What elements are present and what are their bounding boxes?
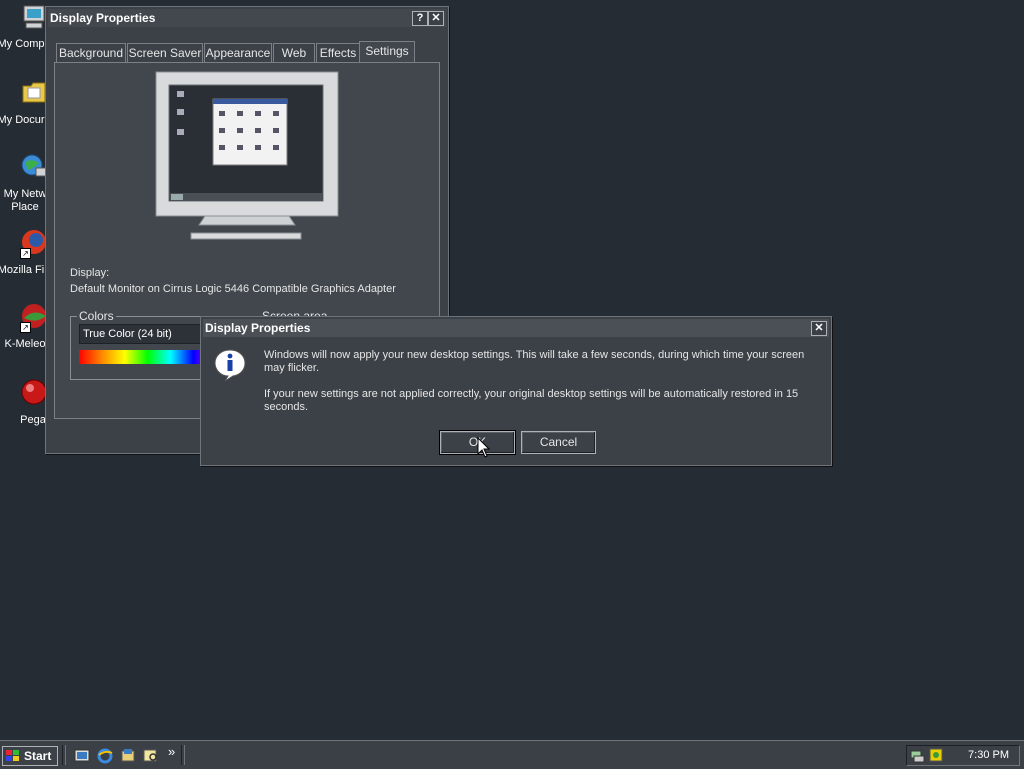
monitor-preview-image — [155, 71, 339, 240]
tab-appearance[interactable]: Appearance — [204, 43, 272, 63]
pegasus-icon — [21, 379, 47, 405]
explorer-icon[interactable] — [120, 748, 136, 764]
taskbar-separator — [181, 745, 185, 765]
mouse-cursor-icon — [477, 437, 491, 458]
tab-settings[interactable]: Settings — [359, 41, 415, 64]
info-icon — [214, 349, 246, 382]
dialog-title: Display Properties — [203, 319, 829, 337]
window-title: Display Properties — [48, 9, 446, 27]
network-tray-icon[interactable] — [910, 747, 926, 763]
tab-screen-saver[interactable]: Screen Saver — [127, 43, 203, 63]
network-icon — [21, 154, 47, 177]
cancel-button[interactable]: Cancel — [521, 431, 596, 454]
dialog-close-button[interactable]: ✕ — [811, 321, 827, 336]
start-label: Start — [24, 749, 52, 763]
close-button[interactable]: ✕ — [428, 11, 444, 26]
tab-web[interactable]: Web — [273, 43, 315, 63]
apply-settings-dialog: Display Properties ✕ Windows will now ap… — [200, 316, 832, 466]
shortcut-arrow-icon: ↗ — [20, 248, 31, 259]
search-icon[interactable] — [143, 748, 159, 764]
help-button[interactable]: ? — [412, 11, 428, 26]
show-desktop-icon[interactable] — [74, 748, 90, 764]
dialog-message-2: If your new settings are not applied cor… — [264, 388, 799, 413]
dialog-message-1: Windows will now apply your new desktop … — [264, 349, 805, 374]
taskbar: Start » 7:30 PM — [0, 740, 1024, 769]
shortcut-arrow-icon: ↗ — [20, 322, 31, 333]
quick-launch-chevron[interactable]: » — [168, 744, 175, 759]
taskbar-separator — [62, 745, 66, 765]
system-tray: 7:30 PM — [906, 745, 1020, 766]
ie-icon[interactable] — [97, 748, 113, 764]
volume-tray-icon[interactable] — [928, 747, 944, 763]
windows-logo-icon — [6, 750, 19, 761]
folder-icon — [22, 82, 46, 103]
computer-icon — [23, 5, 45, 29]
tab-background[interactable]: Background — [56, 43, 126, 63]
start-button[interactable]: Start — [2, 746, 58, 766]
display-value: Default Monitor on Cirrus Logic 5446 Com… — [70, 283, 396, 295]
clock: 7:30 PM — [968, 749, 1009, 761]
display-label: Display: — [70, 267, 110, 279]
tab-effects[interactable]: Effects — [316, 43, 360, 63]
colors-group-label: Colors — [77, 309, 116, 323]
